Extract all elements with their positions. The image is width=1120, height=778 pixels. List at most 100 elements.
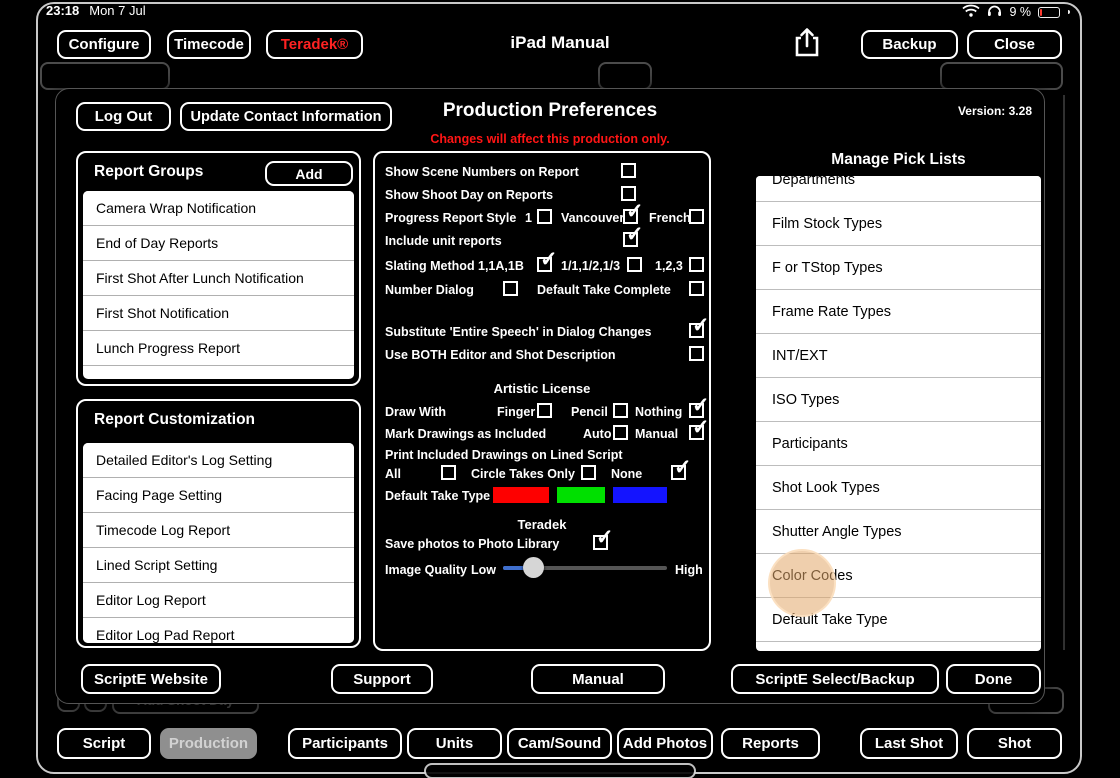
checkbox-none[interactable] (671, 455, 692, 480)
checkbox-save-photos[interactable] (593, 525, 614, 550)
checkbox-substitute[interactable] (689, 313, 710, 338)
status-bar: 23:18 Mon 7 Jul 9 % (0, 3, 1120, 21)
tab-cam-sound[interactable]: Cam/Sound (507, 728, 612, 759)
pencil-label: Pencil (571, 405, 608, 419)
list-item[interactable]: First Shot Notification (83, 296, 354, 331)
pick-list-item[interactable]: F or TStop Types (756, 246, 1041, 290)
slating-opt-c-label: 1,2,3 (655, 259, 683, 273)
add-report-group-button[interactable]: Add (265, 161, 353, 186)
all-label: All (385, 467, 401, 481)
teradek-header: Teradek (517, 517, 567, 532)
list-item[interactable]: Camera Wrap Notification (83, 191, 354, 226)
default-take-type-label: Default Take Type (385, 489, 491, 503)
close-button[interactable]: Close (967, 30, 1062, 59)
tab-production[interactable]: Production (160, 728, 257, 759)
checkbox-manual[interactable] (689, 415, 710, 440)
tab-add-photos[interactable]: Add Photos (617, 728, 713, 759)
pick-list-item[interactable]: Participants (756, 422, 1041, 466)
report-customization-list: Detailed Editor's Log Setting Facing Pag… (83, 443, 354, 643)
checkbox-progress-french[interactable] (689, 209, 704, 224)
checkbox-slating-c[interactable] (689, 257, 704, 272)
use-both-label: Use BOTH Editor and Shot Description (385, 348, 616, 362)
list-item[interactable]: Lunch Progress Report (83, 331, 354, 366)
backup-button[interactable]: Backup (861, 30, 958, 59)
checkbox-finger[interactable] (537, 403, 552, 418)
checkbox-include-unit[interactable] (623, 222, 644, 247)
default-take-complete-label: Default Take Complete (537, 283, 671, 297)
show-shoot-day-label: Show Shoot Day on Reports (385, 188, 554, 202)
tab-participants[interactable]: Participants (288, 728, 402, 759)
date: Mon 7 Jul (89, 3, 146, 18)
pick-list-item[interactable]: INT/EXT (756, 334, 1041, 378)
mark-drawings-label: Mark Drawings as Included (385, 427, 547, 441)
done-button[interactable]: Done (946, 664, 1041, 694)
none-label: None (611, 467, 643, 481)
status-right: 9 % (962, 4, 1070, 20)
take-type-swatch-red[interactable] (493, 487, 549, 503)
take-type-swatch-green[interactable] (557, 487, 605, 503)
checkbox-show-scene[interactable] (621, 163, 636, 178)
manual-label: Manual (635, 427, 679, 441)
production-preferences-dialog: Log Out Update Contact Information Produ… (55, 88, 1045, 704)
checkbox-use-both[interactable] (689, 346, 704, 361)
background-button-fragment (940, 62, 1063, 90)
list-item[interactable]: Editor Log Pad Report (83, 618, 354, 643)
slating-label: Slating Method (385, 259, 475, 273)
progress-opt-1-label: 1 (525, 211, 532, 225)
support-button[interactable]: Support (331, 664, 433, 694)
checkbox-slating-a[interactable] (537, 247, 558, 272)
take-type-swatch-blue[interactable] (613, 487, 667, 503)
shot-button[interactable]: Shot (967, 728, 1062, 759)
list-item[interactable]: Detailed Editor's Log Setting (83, 443, 354, 478)
checkbox-progress-1[interactable] (537, 209, 552, 224)
checkbox-all[interactable] (441, 465, 456, 480)
status-left: 23:18 Mon 7 Jul (46, 3, 146, 18)
pick-list-item[interactable]: Frame Rate Types (756, 290, 1041, 334)
checkbox-pencil[interactable] (613, 403, 628, 418)
tab-script[interactable]: Script (57, 728, 151, 759)
report-groups-title: Report Groups (94, 163, 204, 180)
slating-opt-a-label: 1,1A,1B (478, 259, 524, 273)
list-item[interactable]: Lined Script Setting (83, 548, 354, 583)
pick-list-item[interactable]: Shot Look Types (756, 466, 1041, 510)
preferences-panel: Show Scene Numbers on Report Show Shoot … (373, 151, 711, 651)
battery-percent: 9 % (1009, 5, 1031, 19)
image-quality-slider[interactable] (503, 557, 667, 579)
list-item[interactable]: First Shot After Lunch Notification (83, 261, 354, 296)
checkbox-default-take-complete[interactable] (689, 281, 704, 296)
low-label: Low (471, 563, 496, 577)
checkbox-slating-b[interactable] (627, 257, 642, 272)
background-panel-fragment (424, 763, 696, 778)
last-shot-button[interactable]: Last Shot (860, 728, 958, 759)
report-customization-panel: Report Customization Detailed Editor's L… (76, 399, 361, 648)
battery-icon (1038, 6, 1060, 18)
print-drawings-label: Print Included Drawings on Lined Script (385, 448, 623, 462)
report-customization-title: Report Customization (94, 411, 256, 428)
tab-units[interactable]: Units (407, 728, 502, 759)
show-scene-label: Show Scene Numbers on Report (385, 165, 579, 179)
checkbox-number-dialog[interactable] (503, 281, 518, 296)
pick-list-item[interactable]: ISO Types (756, 378, 1041, 422)
list-item[interactable]: Facing Page Setting (83, 478, 354, 513)
list-item[interactable]: Editor Log Report (83, 583, 354, 618)
pick-list-item[interactable]: Departments (756, 176, 1041, 202)
save-photos-label: Save photos to Photo Library (385, 537, 560, 551)
progress-style-label: Progress Report Style (385, 211, 517, 225)
battery-fill (1040, 8, 1042, 16)
share-icon[interactable] (793, 26, 821, 63)
list-item[interactable]: Timecode Log Report (83, 513, 354, 548)
list-item[interactable]: End of Day Reports (83, 226, 354, 261)
checkbox-auto[interactable] (613, 425, 628, 440)
number-dialog-label: Number Dialog (385, 283, 474, 297)
pick-list-item[interactable]: Shutter Angle Types (756, 510, 1041, 554)
checkbox-circle-takes[interactable] (581, 465, 596, 480)
manual-button[interactable]: Manual (531, 664, 665, 694)
battery-tip (1068, 10, 1070, 14)
slider-thumb[interactable] (522, 557, 544, 578)
scripte-select-backup-button[interactable]: ScriptE Select/Backup (731, 664, 939, 694)
pick-list-item[interactable]: Film Stock Types (756, 202, 1041, 246)
tab-reports[interactable]: Reports (721, 728, 820, 759)
clock: 23:18 (46, 3, 80, 18)
slating-opt-b-label: 1/1,1/2,1/3 (561, 259, 621, 273)
scripte-website-button[interactable]: ScriptE Website (81, 664, 221, 694)
